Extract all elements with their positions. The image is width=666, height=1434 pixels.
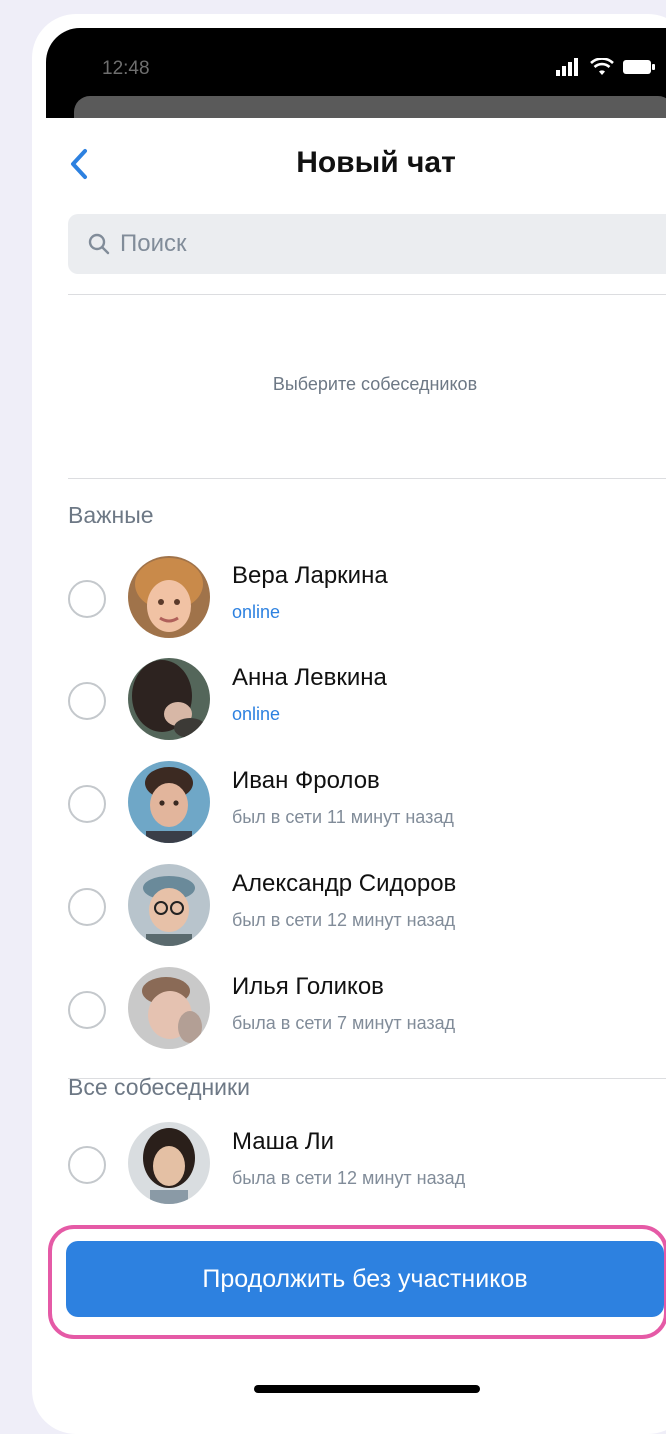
contact-name: Илья Голиков (232, 973, 384, 1000)
new-chat-sheet: Новый чат Выберите собеседников Важные (46, 118, 666, 1398)
search-icon (88, 233, 110, 255)
contact-status: была в сети 12 минут назад (232, 1168, 466, 1188)
home-indicator[interactable] (254, 1385, 480, 1393)
contact-status: online (232, 602, 281, 622)
contact-status: был в сети 11 минут назад (232, 807, 454, 827)
contact-row[interactable]: Анна Левкина online (46, 658, 666, 748)
status-icons (556, 58, 656, 76)
status-time: 12:48 (102, 58, 150, 79)
contact-status: была в сети 7 минут назад (232, 1013, 456, 1033)
divider (68, 478, 666, 479)
avatar (128, 864, 210, 946)
contact-name: Маша Ли (232, 1128, 335, 1155)
contact-name: Вера Ларкина (232, 562, 388, 589)
continue-without-participants-button[interactable]: Продолжить без участников (66, 1241, 664, 1317)
select-radio[interactable] (68, 580, 106, 618)
select-participants-hint: Выберите собеседников (272, 374, 478, 394)
wifi-icon (590, 58, 614, 75)
contact-name: Анна Левкина (232, 664, 387, 691)
signal-icon (556, 58, 578, 76)
avatar (128, 658, 210, 740)
contact-row[interactable]: Маша Ли была в сети 12 минут назад (46, 1122, 666, 1212)
select-radio[interactable] (68, 888, 106, 926)
avatar (128, 967, 210, 1049)
section-header-important: Важные (68, 502, 154, 528)
contact-row[interactable]: Иван Фролов был в сети 11 минут назад (46, 761, 666, 851)
contact-row[interactable]: Вера Ларкина online (46, 556, 666, 646)
navigation-bar: Новый чат (46, 118, 666, 206)
select-radio[interactable] (68, 1146, 106, 1184)
divider (68, 294, 666, 295)
search-input[interactable] (118, 229, 622, 259)
select-radio[interactable] (68, 785, 106, 823)
contact-status: online (232, 704, 281, 724)
page-title: Новый чат (296, 146, 456, 179)
avatar (128, 761, 210, 843)
contact-status: был в сети 12 минут назад (232, 910, 456, 930)
avatar (128, 556, 210, 638)
select-radio[interactable] (68, 991, 106, 1029)
contact-name: Александр Сидоров (232, 870, 457, 897)
contact-row[interactable]: Александр Сидоров был в сети 12 минут на… (46, 864, 666, 954)
section-header-all: Все собеседники (68, 1074, 250, 1100)
battery-icon (623, 60, 655, 74)
contact-name: Иван Фролов (232, 767, 380, 794)
select-radio[interactable] (68, 682, 106, 720)
contact-row[interactable]: Илья Голиков была в сети 7 минут назад (46, 967, 666, 1057)
search-field[interactable] (68, 214, 666, 274)
highlight-frame: Продолжить без участников (48, 1225, 666, 1339)
avatar (128, 1122, 210, 1204)
